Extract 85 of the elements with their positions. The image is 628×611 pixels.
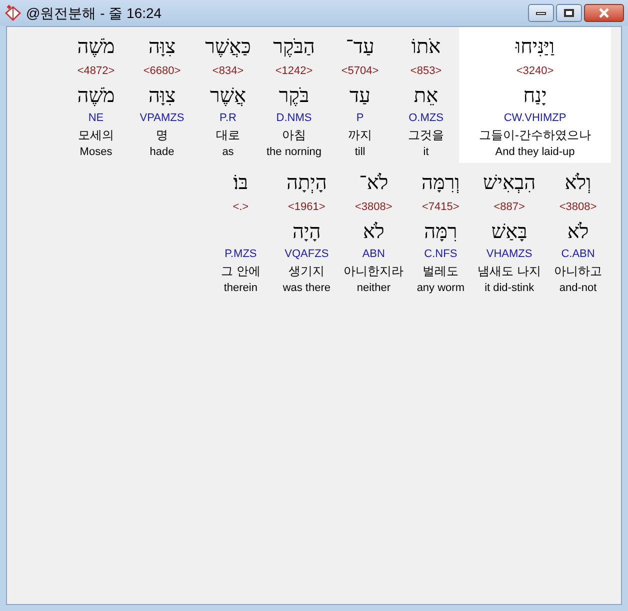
parsing-code: C.NFS: [424, 247, 458, 262]
parsing-code: P.R: [220, 111, 236, 126]
window-title: @원전분해 - 줄 16:24: [26, 4, 162, 22]
hebrew-word: הָיְתָה: [286, 169, 327, 196]
english-gloss: and-not: [559, 281, 597, 296]
strong-number: <5704>: [341, 64, 379, 79]
parsing-code: O.MZS: [408, 111, 444, 126]
lemma-word: בֹּקֶר: [278, 82, 310, 109]
close-button[interactable]: [584, 4, 624, 22]
english-gloss: Moses: [80, 145, 112, 160]
english-gloss: neither: [356, 281, 390, 296]
strong-number: <3240>: [516, 64, 554, 79]
korean-gloss: 까지: [348, 127, 372, 144]
hebrew-word: אֹתוֹ: [411, 33, 441, 60]
english-gloss: And they laid-up: [495, 145, 575, 160]
maximize-button[interactable]: [556, 4, 582, 22]
minimize-icon: [536, 12, 546, 14]
maximize-icon: [564, 9, 574, 17]
korean-gloss: 생기지: [288, 263, 325, 280]
english-gloss: as: [222, 145, 234, 160]
english-gloss: was there: [282, 281, 331, 296]
strong-number: <3808>: [355, 200, 392, 215]
parsing-code: VPAMZS: [140, 111, 184, 126]
lemma-word: לֹא: [362, 218, 384, 245]
korean-gloss: 벌레도: [422, 263, 459, 280]
lemma-word: הָיָה: [292, 218, 321, 245]
parsing-code: P.MZS: [224, 247, 257, 262]
hebrew-word: וְרִמָּה: [422, 169, 460, 196]
close-icon: [598, 8, 610, 18]
strong-number: <6680>: [143, 64, 181, 79]
parsing-code: C.ABN: [561, 247, 595, 262]
parsing-code: VQAFZS: [284, 247, 329, 262]
lemma-word: עַד: [350, 82, 370, 109]
hebrew-word: הִבְאִישׁ: [483, 169, 536, 196]
strong-number: <4872>: [77, 64, 115, 79]
hebrew-word: כַּאֲשֶׁר: [205, 33, 251, 60]
parsing-code: CW.VHIMZP: [504, 111, 566, 126]
book-icon: [4, 4, 22, 22]
english-gloss: till: [354, 145, 366, 160]
lemma-word: רִמָּה: [424, 218, 458, 245]
lemma-word: לֹא: [567, 218, 589, 245]
hebrew-word: בּוֹ׃: [233, 169, 248, 196]
korean-gloss: 대로: [216, 127, 240, 144]
korean-gloss: 아니한지라: [344, 263, 404, 280]
lemma-word: צִוָּה: [148, 82, 176, 109]
lemma-word: יָנַח: [523, 82, 547, 109]
hebrew-word: צִוָּה: [148, 33, 176, 60]
lemma-word: אֵת: [414, 82, 438, 109]
parsing-code: D.NMS: [276, 111, 312, 126]
lemma-word: מֹשֶׁה: [77, 82, 115, 109]
strong-number: <887>: [494, 200, 525, 215]
strong-number: <834>: [212, 64, 244, 79]
hebrew-word: לֹא־: [359, 169, 388, 196]
english-gloss: any worm: [416, 281, 464, 296]
korean-gloss: 아침: [282, 127, 306, 144]
korean-gloss: 모세의: [78, 127, 114, 144]
korean-gloss: 아니하고: [554, 263, 602, 280]
hebrew-word: מֹשֶׁה: [77, 33, 115, 60]
korean-gloss: 그들이-간수하였으나: [479, 127, 591, 144]
english-gloss: therein: [224, 281, 258, 296]
strong-number: <7415>: [422, 200, 460, 215]
parsing-code: NE: [88, 111, 104, 126]
english-gloss: hade: [150, 145, 174, 160]
hebrew-word: וְלֹא: [564, 169, 592, 196]
parsing-code: VHAMZS: [486, 247, 532, 262]
hebrew-word: וַיַּנִּיחוּ: [515, 33, 555, 60]
english-gloss: the norning: [266, 145, 322, 160]
lemma-word: בָּאַשׁ: [491, 218, 528, 245]
parsing-code: P: [356, 111, 364, 126]
strong-number: <.>: [232, 200, 249, 215]
strong-number: <1242>: [275, 64, 313, 79]
strong-number: <1961>: [288, 200, 326, 215]
korean-gloss: 명: [156, 127, 168, 144]
korean-gloss: 그 안에: [220, 263, 260, 280]
parsing-code: ABN: [362, 247, 385, 262]
strong-number: <853>: [410, 64, 442, 79]
lemma-word: אֲשֶׁר: [210, 82, 246, 109]
minimize-button[interactable]: [528, 4, 554, 22]
english-gloss: it: [423, 145, 429, 160]
hebrew-word: עַד־: [346, 33, 374, 60]
hebrew-word: הַבֹּקֶר: [273, 33, 315, 60]
korean-gloss: 그것을: [408, 127, 444, 144]
korean-gloss: 냄새도 나지: [478, 263, 541, 280]
english-gloss: it did-stink: [484, 281, 534, 296]
strong-number: <3808>: [559, 200, 597, 215]
